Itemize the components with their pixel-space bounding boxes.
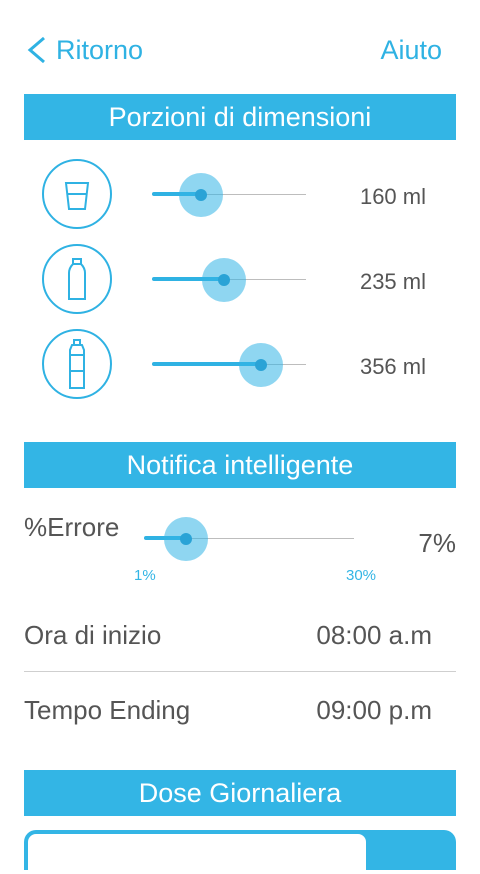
end-time-value: 09:00 p.m bbox=[316, 695, 432, 725]
error-label: %Errore bbox=[24, 512, 120, 542]
portion-value: 235 ml bbox=[359, 269, 426, 294]
top-bar: Ritorno Aiuto bbox=[0, 0, 480, 96]
start-time-label: Ora di inizio bbox=[24, 620, 162, 650]
end-time-row[interactable]: Tempo Ending 09:00 p.m bbox=[24, 673, 456, 747]
section-portions-title: Porzioni di dimensioni bbox=[24, 94, 456, 140]
help-button[interactable]: Aiuto bbox=[380, 30, 442, 70]
small-bottle-icon bbox=[42, 244, 112, 314]
portion-value: 356 ml bbox=[359, 354, 426, 379]
section-daily-dose-title: Dose Giornaliera bbox=[24, 770, 456, 816]
error-max-label: 30% bbox=[346, 567, 377, 584]
portion-row-sport-bottle: 356 ml bbox=[0, 329, 480, 403]
chevron-left-icon bbox=[27, 36, 45, 64]
divider bbox=[24, 671, 456, 672]
error-min-label: 1% bbox=[134, 567, 156, 584]
start-time-row[interactable]: Ora di inizio 08:00 a.m bbox=[24, 598, 456, 672]
back-label: Ritorno bbox=[56, 34, 144, 65]
end-time-label: Tempo Ending bbox=[24, 695, 191, 725]
daily-dose-input[interactable] bbox=[28, 834, 366, 874]
portion-row-glass: 160 ml bbox=[0, 159, 480, 233]
error-slider-dot bbox=[180, 533, 192, 545]
glass-icon bbox=[42, 159, 112, 229]
portion-row-small-bottle: 235 ml bbox=[0, 244, 480, 318]
error-value: 7% bbox=[418, 528, 456, 558]
portion-value: 160 ml bbox=[359, 184, 426, 209]
back-button[interactable]: Ritorno bbox=[24, 30, 143, 70]
daily-dose-card bbox=[24, 830, 456, 874]
section-notification-title: Notifica intelligente bbox=[24, 442, 456, 488]
sport-bottle-icon bbox=[42, 329, 112, 399]
start-time-value: 08:00 a.m bbox=[316, 620, 432, 650]
